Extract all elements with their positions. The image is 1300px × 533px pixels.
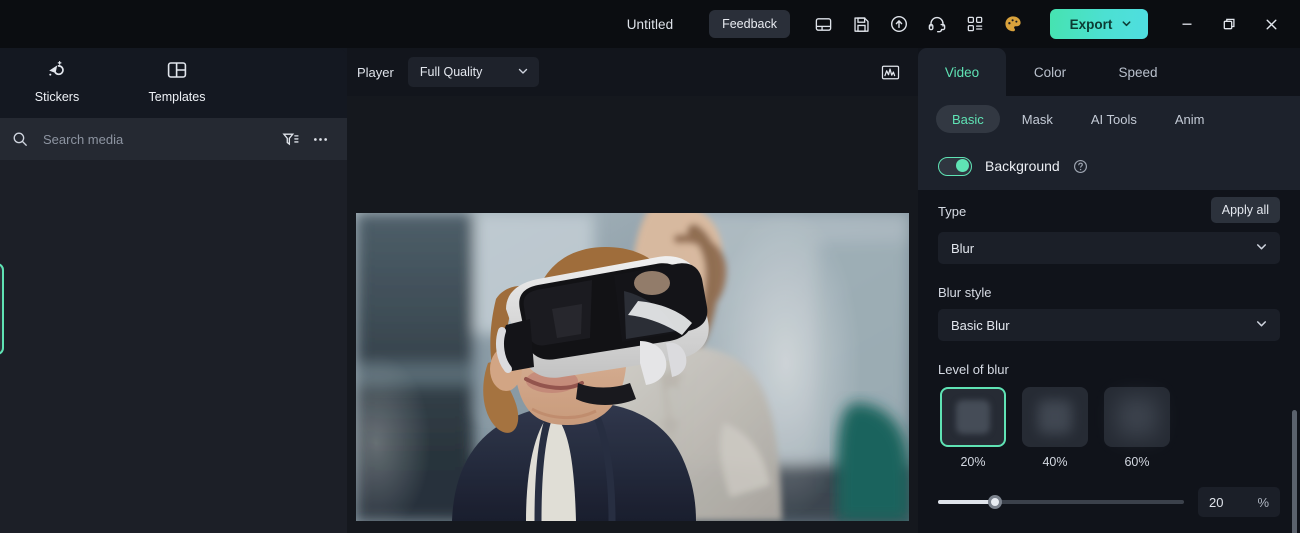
- subtab-animation[interactable]: Anim: [1159, 105, 1221, 133]
- blur-preset-thumbnail: [1022, 387, 1088, 447]
- chevron-down-icon: [1255, 240, 1268, 256]
- background-label: Background: [985, 158, 1060, 174]
- media-library-area: [0, 160, 347, 533]
- sidebar-item-stickers[interactable]: Stickers: [22, 55, 92, 104]
- title-bar: Untitled Feedback Export: [0, 0, 1300, 48]
- chevron-down-icon: [517, 65, 529, 80]
- export-label: Export: [1069, 16, 1113, 32]
- search-icon: [12, 131, 34, 147]
- preview-area: Player Full Quality: [347, 48, 918, 533]
- save-icon[interactable]: [842, 5, 880, 43]
- apps-grid-icon[interactable]: [956, 5, 994, 43]
- blur-swatch: [1117, 397, 1157, 437]
- subtab-basic[interactable]: Basic: [936, 105, 1000, 133]
- templates-icon: [165, 55, 189, 85]
- tab-speed[interactable]: Speed: [1094, 48, 1182, 96]
- blur-preset-thumbnail: [1104, 387, 1170, 447]
- blur-swatch: [956, 400, 990, 434]
- left-panel: Stickers Templates: [0, 48, 347, 533]
- blur-amount-slider[interactable]: [938, 493, 1184, 511]
- property-tabs: Video Color Speed: [918, 48, 1300, 96]
- blur-preset-40[interactable]: 40%: [1020, 387, 1090, 469]
- player-label: Player: [357, 64, 394, 80]
- blur-style-select[interactable]: Basic Blur: [938, 309, 1280, 341]
- blur-preset-60[interactable]: 60%: [1102, 387, 1172, 469]
- titlebar-actions: Feedback Export: [709, 0, 1292, 48]
- chevron-down-icon: [1121, 17, 1132, 32]
- sidebar-item-templates[interactable]: Templates: [142, 55, 212, 104]
- blur-style-label: Blur style: [938, 285, 992, 300]
- stickers-icon: [44, 55, 70, 85]
- type-label: Type: [938, 203, 967, 219]
- blur-preset-20[interactable]: 20%: [938, 387, 1008, 469]
- quality-value: Full Quality: [419, 65, 483, 79]
- filter-sort-icon[interactable]: [275, 124, 305, 154]
- layout-icon[interactable]: [804, 5, 842, 43]
- blur-preset-list: 20% 40% 60%: [938, 387, 1280, 469]
- type-value: Blur: [951, 240, 975, 256]
- background-properties: Type Apply all Blur Blur style Basic Blu…: [918, 190, 1300, 533]
- blur-preset-label: 60%: [1124, 455, 1150, 469]
- sidebar-item-label: Templates: [148, 90, 206, 104]
- export-button[interactable]: Export: [1050, 9, 1148, 39]
- headset-support-icon[interactable]: [918, 5, 956, 43]
- blur-amount-row: 20 %: [938, 487, 1280, 517]
- video-preview[interactable]: [356, 213, 909, 521]
- waveform-graph-icon[interactable]: [874, 56, 906, 88]
- blur-style-value: Basic Blur: [951, 317, 1010, 333]
- feedback-button[interactable]: Feedback: [709, 10, 790, 38]
- player-toolbar: Player Full Quality: [347, 48, 918, 96]
- blur-amount-unit: %: [1257, 494, 1269, 510]
- type-select[interactable]: Blur: [938, 232, 1280, 264]
- type-row: Type Apply all: [938, 190, 1280, 232]
- search-input[interactable]: [34, 131, 275, 147]
- apply-all-button[interactable]: Apply all: [1210, 197, 1280, 223]
- help-circle-icon[interactable]: [1073, 158, 1089, 174]
- blur-amount-input[interactable]: 20 %: [1198, 487, 1280, 517]
- sidebar-item-label: Stickers: [34, 90, 80, 104]
- properties-scrollbar[interactable]: [1292, 410, 1297, 533]
- palette-icon[interactable]: [994, 5, 1032, 43]
- chevron-down-icon: [1255, 317, 1268, 333]
- more-options-icon[interactable]: [305, 124, 335, 154]
- minimize-icon[interactable]: [1166, 3, 1208, 45]
- search-bar: [0, 118, 347, 160]
- quality-select[interactable]: Full Quality: [407, 57, 539, 87]
- background-section-header: Background: [918, 142, 1300, 190]
- cloud-upload-icon[interactable]: [880, 5, 918, 43]
- close-icon[interactable]: [1250, 3, 1292, 45]
- property-subtabs: Basic Mask AI Tools Anim: [918, 96, 1300, 142]
- slider-fill: [938, 500, 995, 504]
- media-category-tabs: Stickers Templates: [0, 48, 347, 118]
- blur-preset-label: 40%: [1042, 455, 1068, 469]
- blur-preset-thumbnail: [940, 387, 1006, 447]
- app-window: Untitled Feedback Export Stickers Templa…: [0, 0, 1300, 533]
- slider-thumb[interactable]: [987, 495, 1002, 509]
- window-controls: [1166, 3, 1292, 45]
- properties-panel: Video Color Speed Basic Mask AI Tools An…: [918, 48, 1300, 533]
- subtab-mask[interactable]: Mask: [1006, 105, 1069, 133]
- tab-video[interactable]: Video: [918, 48, 1006, 96]
- background-toggle[interactable]: [938, 156, 972, 176]
- selected-clip-handle[interactable]: [0, 263, 4, 355]
- blur-preset-label: 20%: [960, 455, 986, 469]
- blur-swatch: [1038, 400, 1072, 434]
- tab-color[interactable]: Color: [1006, 48, 1094, 96]
- blur-amount-value: 20: [1209, 494, 1224, 510]
- subtab-ai-tools[interactable]: AI Tools: [1075, 105, 1153, 133]
- toggle-knob: [956, 159, 969, 172]
- restore-icon[interactable]: [1208, 3, 1250, 45]
- preview-stage: [347, 96, 918, 533]
- level-of-blur-label: Level of blur: [938, 362, 1009, 377]
